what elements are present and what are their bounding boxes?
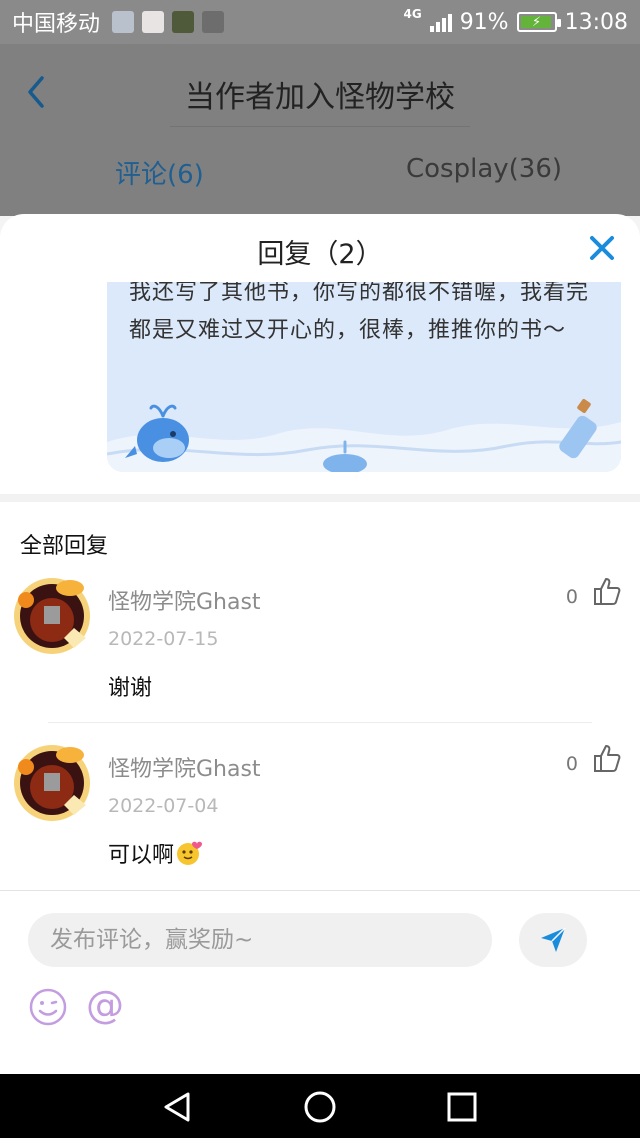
recents-square-icon[interactable] bbox=[445, 1090, 479, 1124]
reply-item: 怪物学院Ghast 2022-07-04 可以啊 0 bbox=[0, 743, 640, 893]
carrier-label: 中国移动 bbox=[12, 12, 101, 37]
send-icon bbox=[541, 927, 566, 952]
comment-composer: @ bbox=[0, 890, 640, 1074]
send-button[interactable] bbox=[519, 913, 587, 967]
divider bbox=[170, 126, 470, 127]
reply-date: 2022-07-15 bbox=[108, 628, 219, 650]
close-icon[interactable] bbox=[588, 234, 616, 262]
comment-input[interactable] bbox=[28, 913, 492, 967]
back-triangle-icon[interactable] bbox=[160, 1090, 194, 1124]
reply-item: 怪物学院Ghast 2022-07-15 谢谢 0 bbox=[0, 576, 640, 726]
reply-author[interactable]: 怪物学院Ghast bbox=[108, 584, 261, 616]
like-count: 0 bbox=[565, 753, 578, 775]
hug-emoji-icon bbox=[177, 841, 203, 865]
clock: 13:08 bbox=[564, 9, 628, 35]
battery-percent: 91% bbox=[459, 9, 509, 35]
page-header: 当作者加入怪物学校 评论(6) Cosplay(36) bbox=[0, 44, 640, 216]
game-icon bbox=[172, 11, 195, 33]
battery-icon: ⚡ bbox=[516, 12, 561, 32]
reply-author[interactable]: 怪物学院Ghast bbox=[108, 751, 261, 783]
divider bbox=[48, 722, 592, 723]
navigation-bar bbox=[0, 1074, 640, 1138]
reply-date: 2022-07-04 bbox=[108, 795, 219, 817]
home-circle-icon[interactable] bbox=[303, 1090, 337, 1124]
thumbs-up-icon[interactable] bbox=[592, 743, 622, 773]
tab-cosplay[interactable]: Cosplay(36) bbox=[406, 154, 562, 184]
photo-icon bbox=[202, 11, 225, 33]
original-comment-text: 我还写了其他书，你写的都很不错喔，我看完都是又难过又开心的，很棒，推推你的书～ bbox=[129, 282, 590, 343]
signal-icon bbox=[429, 12, 452, 32]
reply-text: 谢谢 bbox=[108, 676, 153, 701]
page-title: 当作者加入怪物学校 bbox=[185, 80, 455, 115]
thumbs-up-icon[interactable] bbox=[592, 576, 622, 606]
section-title: 全部回复 bbox=[20, 534, 109, 559]
avatar[interactable] bbox=[12, 743, 92, 823]
sheet-title: 回复（2） bbox=[257, 239, 383, 270]
like-count: 0 bbox=[565, 586, 578, 608]
smiley-icon[interactable] bbox=[28, 987, 68, 1027]
reply-text: 可以啊 bbox=[108, 837, 204, 869]
section-divider bbox=[0, 494, 640, 502]
reply-sheet: 回复（2） 我还写了其他书，你写的都很不错喔，我看完都是又难过又开心的，很棒，推… bbox=[0, 214, 640, 1074]
image-icon bbox=[112, 11, 135, 33]
avatar[interactable] bbox=[12, 576, 92, 656]
whale-decoration-icon bbox=[107, 399, 621, 472]
original-comment-bubble: 我还写了其他书，你写的都很不错喔，我看完都是又难过又开心的，很棒，推推你的书～ bbox=[107, 282, 621, 472]
status-bar: 中国移动 4G 91% ⚡ 13:08 bbox=[0, 0, 640, 44]
app-icon bbox=[142, 11, 165, 33]
mention-button[interactable]: @ bbox=[86, 983, 124, 1027]
tab-comments[interactable]: 评论(6) bbox=[115, 154, 204, 191]
network-type: 4G bbox=[403, 7, 422, 21]
